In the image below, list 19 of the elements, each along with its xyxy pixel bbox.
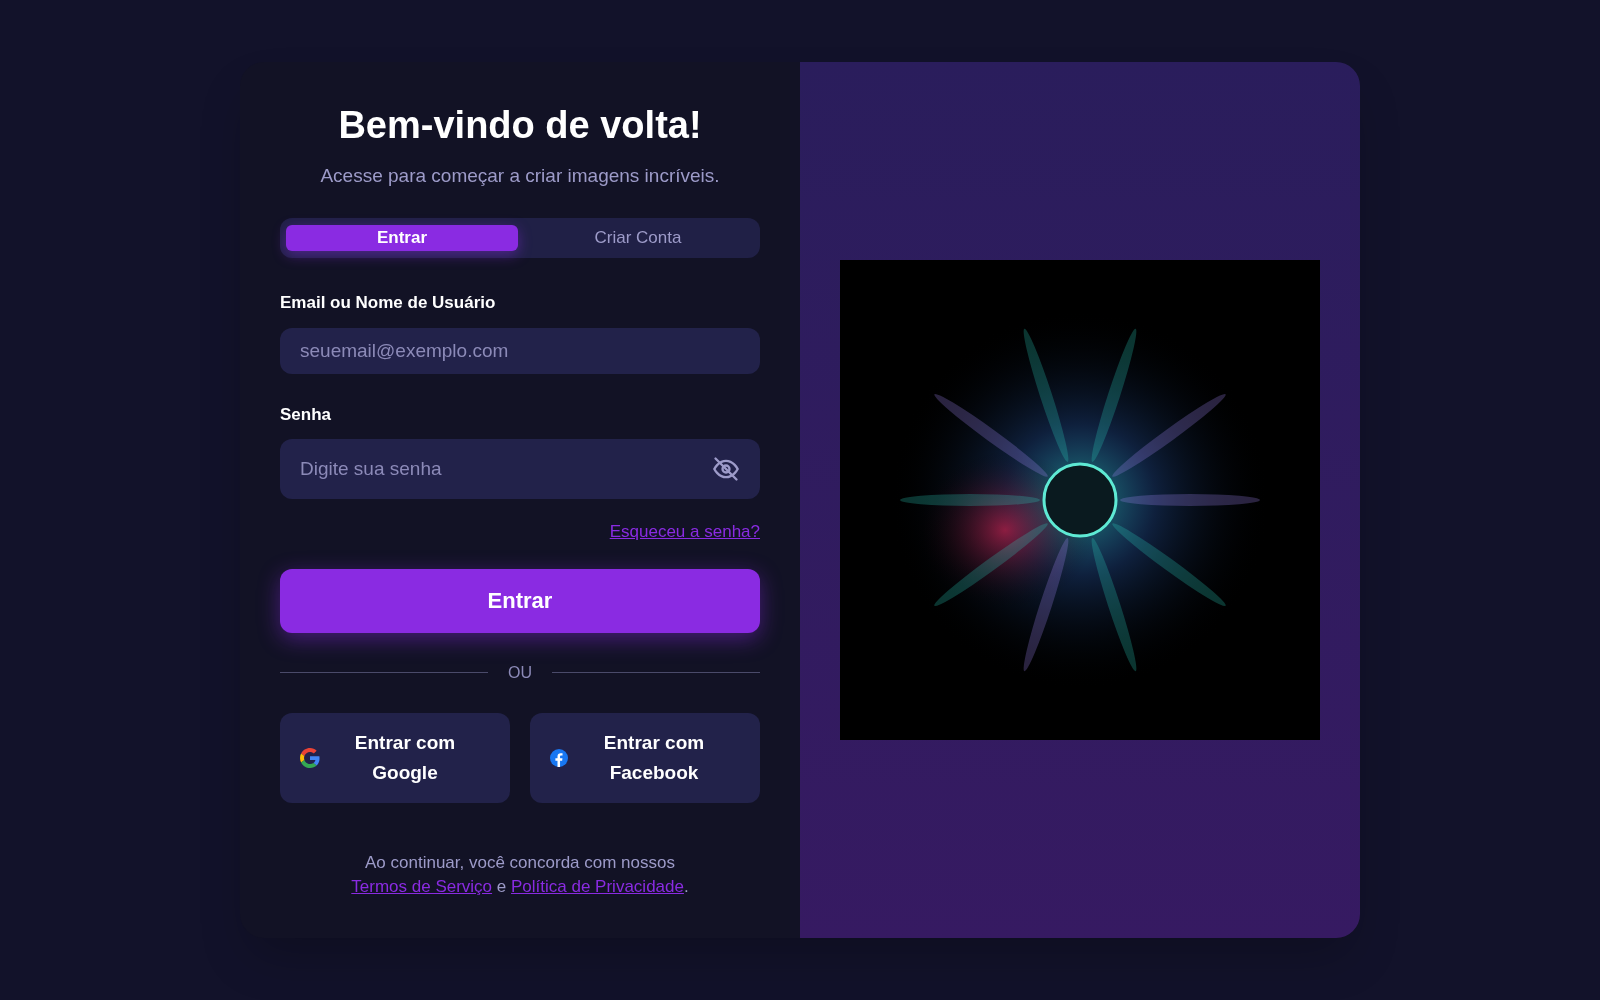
- page-heading: Bem-vindo de volta!: [337, 103, 703, 148]
- terms-link[interactable]: Termos de Serviço: [351, 876, 493, 896]
- legal-notice: Ao continuar, você concorda com nossos Termos de Serviço e Política de Privacidade.: [350, 851, 690, 898]
- subheading: Acesse para começar a criar imagens incríveis.: [319, 163, 721, 188]
- email-field[interactable]: seuemail@exemplo.com: [280, 327, 760, 374]
- password-field[interactable]: Digite sua senha: [280, 439, 760, 499]
- field-label: Senha: [280, 403, 333, 426]
- tab[interactable]: Entrar: [286, 225, 518, 251]
- hidden-eye-icon[interactable]: [712, 455, 740, 483]
- tab[interactable]: Criar Conta: [522, 225, 754, 251]
- submit-button[interactable]: Entrar: [280, 568, 760, 633]
- social-login-button[interactable]: Entrar com Facebook: [530, 712, 760, 803]
- social-login-button[interactable]: Entrar com Google: [280, 712, 510, 803]
- facebook-icon: [550, 748, 568, 767]
- field-label: Email ou Nome de Usuário: [280, 292, 497, 314]
- google-icon: [300, 747, 320, 768]
- forgot-password-link[interactable]: Esqueceu a senha?: [609, 519, 760, 545]
- divider-text: OU: [508, 662, 532, 683]
- privacy-link[interactable]: Política de Privacidade: [511, 876, 684, 896]
